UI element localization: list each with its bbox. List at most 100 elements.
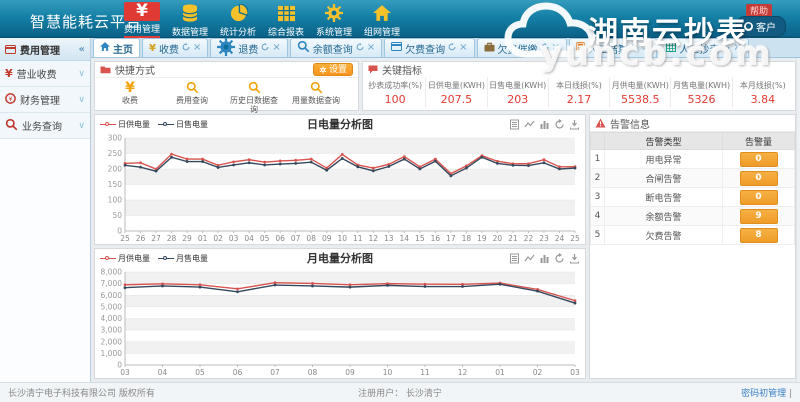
tab-人工抄表[interactable]: 人工抄表 × <box>659 38 748 57</box>
monthly-chart-legend: 月供电量月售电量 <box>100 253 208 264</box>
bar-chart-icon[interactable] <box>539 253 550 264</box>
alarm-row-合闸告警: 2 合闸告警 0 <box>591 169 795 188</box>
kpi-value: 5538.5 <box>621 93 660 106</box>
footer-link[interactable]: 密码初管理 <box>741 389 786 399</box>
svg-text:27: 27 <box>151 234 161 243</box>
user-button[interactable]: ● 客户 <box>736 16 786 37</box>
refresh-icon[interactable] <box>541 43 549 54</box>
legend-月供电量[interactable]: 月供电量 <box>100 253 150 264</box>
menu-item-统计分析[interactable]: 统计分析 <box>214 0 262 38</box>
svg-text:5,000: 5,000 <box>101 302 123 311</box>
tab-欠费催缴[interactable]: 欠费催缴 × <box>477 38 567 57</box>
footer: 长沙清宁电子科技有限公司 版权所有 注册用户： 长沙清宁 密码初管理 | <box>0 382 800 402</box>
menu-item-费用管理[interactable]: ¥ 费用管理 <box>118 0 166 38</box>
legend-日供电量[interactable]: 日供电量 <box>100 119 150 130</box>
sidebar-header-fee-management[interactable]: 费用管理 « <box>0 38 90 61</box>
restore-icon[interactable] <box>554 253 565 264</box>
tab-欠费查询[interactable]: 欠费查询 × <box>384 38 474 57</box>
data-view-icon[interactable] <box>509 253 520 264</box>
refresh-icon[interactable] <box>182 43 190 54</box>
settings-button[interactable]: 设置 <box>313 63 353 76</box>
refresh-icon[interactable] <box>261 43 269 54</box>
tab-人工结算[interactable]: 人工结算 × <box>569 38 657 57</box>
svg-text:8,000: 8,000 <box>101 268 123 277</box>
scrollbar[interactable] <box>796 58 800 382</box>
svg-text:06: 06 <box>233 368 243 377</box>
close-icon[interactable]: × <box>642 43 650 53</box>
refresh-icon[interactable] <box>356 43 364 54</box>
alarm-count-badge[interactable]: 8 <box>740 228 778 243</box>
sidebar-item-财务管理[interactable]: ¥ 财务管理 ∨ <box>0 87 90 113</box>
tab-余额查询[interactable]: 余额查询 × <box>290 38 382 57</box>
download-icon[interactable] <box>569 119 580 130</box>
tab-主页[interactable]: 主页 <box>93 38 140 57</box>
svg-text:09: 09 <box>345 368 355 377</box>
refresh-icon[interactable] <box>448 43 456 54</box>
footer-divider: | <box>789 389 792 399</box>
svg-text:4,000: 4,000 <box>101 314 123 323</box>
svg-text:25: 25 <box>120 234 130 243</box>
shortcuts-body: ¥ 收费 费用查询 历史日数据查询 用量数据查询 <box>95 78 358 114</box>
line-chart-icon[interactable] <box>524 253 535 264</box>
legend-日售电量[interactable]: 日售电量 <box>158 119 208 130</box>
sidebar-item-营业收费[interactable]: ¥ 营业收费 ∨ <box>0 61 90 87</box>
briefcase-icon <box>484 42 495 55</box>
close-icon[interactable]: × <box>733 43 741 53</box>
chevron-down-icon[interactable]: ∨ <box>78 95 85 105</box>
data-view-icon[interactable] <box>509 119 520 130</box>
menu-item-组网管理[interactable]: 组网管理 <box>358 0 406 38</box>
menu-item-综合报表[interactable]: 综合报表 <box>262 0 310 38</box>
alarm-panel: 告警信息 告警类型 告警量 1 用电异常 02 合闸告警 <box>589 114 796 379</box>
close-icon[interactable]: × <box>552 43 560 53</box>
settings-button-label: 设置 <box>329 64 347 76</box>
kpi-value: 2.17 <box>567 93 592 106</box>
kpi-value: 5326 <box>688 93 716 106</box>
shortcuts-panel-header: 快捷方式 设置 <box>95 62 358 78</box>
alarm-count-badge[interactable]: 0 <box>740 171 778 186</box>
close-icon[interactable]: × <box>459 43 467 53</box>
legend-月售电量[interactable]: 月售电量 <box>158 253 208 264</box>
svg-text:04: 04 <box>244 234 254 243</box>
tab-收费[interactable]: ¥ 收费 × <box>142 38 208 57</box>
chevron-down-icon[interactable]: ∨ <box>78 121 85 131</box>
close-icon[interactable]: × <box>193 43 201 53</box>
shortcut-收费[interactable]: ¥ 收费 <box>99 80 161 114</box>
line-chart-icon[interactable] <box>524 119 535 130</box>
search-icon <box>297 40 310 56</box>
close-icon[interactable]: × <box>367 43 375 53</box>
alarm-count-badge[interactable]: 0 <box>740 190 778 205</box>
svg-text:24: 24 <box>555 234 565 243</box>
svg-text:13: 13 <box>384 234 394 243</box>
sidebar-item-业务查询[interactable]: 业务查询 ∨ <box>0 113 90 139</box>
menu-item-数据管理[interactable]: 数据管理 <box>166 0 214 38</box>
kpi-value: 3.84 <box>751 93 776 106</box>
bar-chart-icon[interactable] <box>539 119 550 130</box>
shortcut-历史日数据查询[interactable]: 历史日数据查询 <box>223 80 285 114</box>
main-menu: ¥ 费用管理 数据管理 统计分析 综合报表 系统管理 组网管理 <box>118 0 406 38</box>
user-icon: ● <box>744 22 753 31</box>
alarm-col-index <box>591 133 605 150</box>
svg-text:23: 23 <box>539 234 549 243</box>
refresh-icon[interactable] <box>722 43 730 54</box>
shortcut-费用查询[interactable]: 费用查询 <box>161 80 223 114</box>
refresh-icon[interactable] <box>631 43 639 54</box>
line-chart: 01,0002,0003,0004,0005,0006,0007,0008,00… <box>95 267 585 378</box>
kpi-title: 关键指标 <box>382 62 422 77</box>
download-icon[interactable] <box>569 253 580 264</box>
yen-icon: ¥ <box>5 67 13 80</box>
shortcut-用量数据查询[interactable]: 用量数据查询 <box>285 80 347 114</box>
folder-icon <box>100 65 111 74</box>
svg-text:150: 150 <box>108 180 123 189</box>
menu-item-系统管理[interactable]: 系统管理 <box>310 0 358 38</box>
collapse-icon[interactable]: « <box>79 44 85 55</box>
alarm-count-badge[interactable]: 0 <box>740 152 778 167</box>
close-icon[interactable]: × <box>272 43 280 53</box>
footer-registered-user: 注册用户： 长沙清宁 <box>0 386 800 399</box>
restore-icon[interactable] <box>554 119 565 130</box>
tab-退费[interactable]: 退费 × <box>210 38 287 57</box>
svg-text:100: 100 <box>108 196 123 205</box>
svg-text:25: 25 <box>570 234 580 243</box>
alarm-count-badge[interactable]: 9 <box>740 209 778 224</box>
chevron-down-icon[interactable]: ∨ <box>78 69 85 79</box>
gear-icon <box>316 2 352 24</box>
